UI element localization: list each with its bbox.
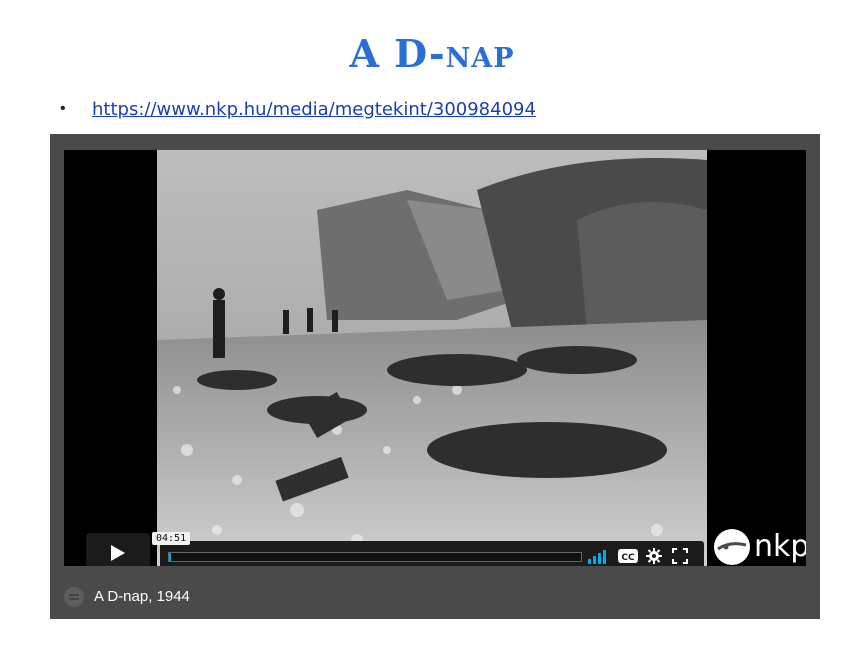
progress-bar[interactable] (168, 552, 582, 562)
closed-captions-icon[interactable]: CC (618, 548, 638, 564)
fullscreen-icon[interactable] (672, 548, 688, 564)
caption-bar: A D-nap, 1944 (50, 574, 820, 619)
video-link[interactable]: https://www.nkp.hu/media/megtekint/30098… (92, 99, 536, 120)
slide-title: A D-nap (349, 31, 515, 76)
svg-text:CC: CC (621, 553, 635, 563)
volume-bars-icon[interactable] (588, 548, 610, 564)
nkp-logo-icon (714, 529, 750, 565)
video-caption: A D-nap, 1944 (94, 588, 190, 605)
progress-fill (169, 553, 171, 561)
play-button[interactable] (86, 533, 150, 566)
link-bullet-item: • https://www.nkp.hu/media/megtekint/300… (60, 96, 536, 122)
video-player: CC 04:51 nkp A D-nap, 1944 (50, 134, 820, 619)
video-frame-image (157, 150, 707, 566)
time-tooltip: 04:51 (152, 532, 191, 545)
nkp-logo[interactable]: nkp (712, 527, 806, 566)
bullet-marker: • (60, 100, 66, 117)
caption-menu-icon[interactable] (64, 586, 84, 607)
play-icon (111, 545, 125, 561)
settings-gear-icon[interactable] (646, 548, 662, 564)
nkp-logo-text: nkp (754, 529, 806, 564)
video-viewport[interactable]: CC 04:51 nkp (64, 150, 806, 566)
control-bar: CC (160, 541, 704, 566)
